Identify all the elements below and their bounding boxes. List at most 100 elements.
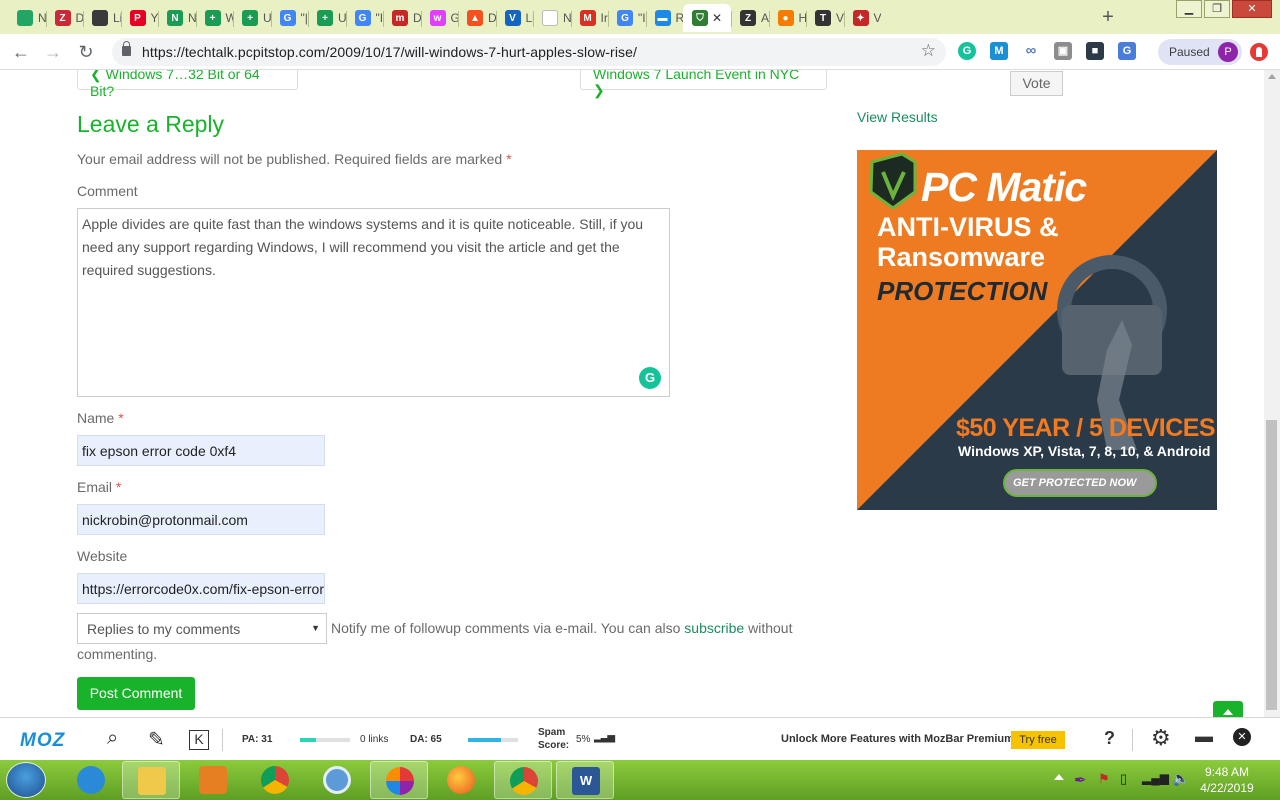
browser-tab[interactable]: ▬ R bbox=[645, 4, 683, 32]
browser-tab[interactable]: PY bbox=[120, 4, 158, 32]
link-extension-icon[interactable]: ∞ bbox=[1022, 42, 1040, 60]
taskbar-firefox-icon[interactable] bbox=[432, 761, 490, 799]
browser-tab[interactable]: G "I bbox=[345, 4, 383, 32]
browser-tab[interactable]: N bbox=[8, 4, 46, 32]
url-text[interactable]: https://techtalk.pcpitstop.com/2009/10/1… bbox=[142, 44, 637, 60]
vote-button[interactable]: Vote bbox=[1010, 71, 1063, 96]
extension-alert-icon[interactable] bbox=[1250, 43, 1268, 61]
taskbar-ie-icon[interactable] bbox=[62, 761, 120, 799]
browser-tab[interactable]: Li bbox=[83, 4, 121, 32]
web-page: ❮ Windows 7…32 Bit or 64 Bit? Windows 7 … bbox=[0, 70, 1264, 717]
spam-label-line-2: Score: bbox=[538, 740, 570, 751]
post-comment-button[interactable]: Post Comment bbox=[77, 677, 195, 710]
taskbar-word-icon[interactable]: W bbox=[556, 761, 614, 799]
browser-tab[interactable]: TV bbox=[806, 4, 844, 32]
window-close-button[interactable]: ✕ bbox=[1232, 0, 1272, 18]
page-scrollbar[interactable] bbox=[1264, 70, 1280, 717]
next-post-link[interactable]: Windows 7 Launch Event in NYC ❯ bbox=[580, 70, 827, 98]
plus-icon: + bbox=[317, 10, 333, 26]
volume-icon[interactable]: 🔈 bbox=[1172, 770, 1189, 787]
mozbar: MOZ ⌕ ✎ K PA: 31 0 links DA: 65 Spam Sco… bbox=[0, 717, 1280, 760]
scroll-to-top-button[interactable] bbox=[1213, 701, 1243, 717]
ad-platforms: Windows XP, Vista, 7, 8, 10, & Android bbox=[958, 443, 1211, 459]
scroll-up-icon[interactable] bbox=[1268, 74, 1276, 79]
address-bar[interactable]: https://techtalk.pcpitstop.com/2009/10/1… bbox=[112, 38, 946, 66]
pc-matic-ad[interactable]: PC Matic ANTI-VIRUS & Ransomware PROTECT… bbox=[857, 150, 1217, 510]
taskbar-chrome-canary-icon[interactable] bbox=[308, 761, 366, 799]
website-field[interactable]: https://errorcode0x.com/fix-epson-error bbox=[77, 573, 325, 604]
show-hidden-icons-icon[interactable] bbox=[1054, 774, 1064, 780]
browser-tab[interactable]: + W bbox=[195, 4, 233, 32]
subscribe-link[interactable]: subscribe bbox=[684, 620, 744, 636]
comment-textarea[interactable]: Apple divides are quite fast than the wi… bbox=[77, 208, 670, 397]
back-arrow-icon[interactable]: ← bbox=[10, 42, 32, 62]
gear-icon[interactable]: ⚙ bbox=[1151, 725, 1171, 751]
browser-tab[interactable]: ✦ V bbox=[843, 4, 881, 32]
moz-extension-icon[interactable]: M bbox=[990, 42, 1008, 60]
start-button-icon[interactable] bbox=[6, 762, 46, 798]
video-extension-icon[interactable]: ■ bbox=[1086, 42, 1104, 60]
puzzle-extension-icon[interactable]: ▣ bbox=[1054, 42, 1072, 60]
grammarly-extension-icon[interactable]: G bbox=[958, 42, 976, 60]
browser-tab[interactable]: wG bbox=[420, 4, 458, 32]
action-center-icon[interactable]: ⚑ bbox=[1098, 771, 1110, 787]
menu-icon[interactable]: ▬ bbox=[1195, 726, 1213, 747]
subscribe-select[interactable]: Replies to my comments ▼ bbox=[77, 613, 327, 644]
browser-tab[interactable]: NN bbox=[158, 4, 196, 32]
network-icon[interactable]: ▂▄▆ bbox=[1142, 771, 1169, 785]
pencil-icon[interactable]: ✎ bbox=[148, 727, 165, 752]
close-icon[interactable]: ✕ bbox=[1233, 728, 1251, 746]
browser-tab[interactable]: ZA bbox=[731, 4, 769, 32]
browser-tab[interactable]: ▲ D bbox=[458, 4, 496, 32]
try-free-button[interactable]: Try free bbox=[1011, 731, 1065, 749]
page-analysis-icon[interactable]: ⌕ bbox=[107, 727, 118, 750]
links-count: 0 links bbox=[360, 734, 389, 745]
browser-tab[interactable]: V Li bbox=[495, 4, 534, 32]
tab-close-icon[interactable]: ✕ bbox=[712, 11, 722, 25]
help-icon[interactable]: ? bbox=[1104, 728, 1115, 749]
browser-tab[interactable]: M Ir bbox=[570, 4, 609, 32]
system-clock[interactable]: 9:48 AM 4/22/2019 bbox=[1196, 764, 1258, 796]
taskbar-chrome-icon[interactable] bbox=[246, 761, 304, 799]
browser-tab[interactable]: + U bbox=[308, 4, 346, 32]
email-field[interactable]: nickrobin@protonmail.com bbox=[77, 504, 325, 535]
ad-cta-button[interactable]: GET PROTECTED NOW bbox=[1003, 469, 1157, 497]
maximize-button[interactable]: ❐ bbox=[1204, 0, 1230, 18]
required-notice: Your email address will not be published… bbox=[77, 151, 512, 167]
comment-label: Comment bbox=[77, 183, 138, 199]
taskbar-media-icon[interactable] bbox=[184, 761, 242, 799]
translate-extension-icon[interactable]: G bbox=[1118, 42, 1136, 60]
view-results-link[interactable]: View Results bbox=[857, 109, 938, 125]
previous-post-link[interactable]: ❮ Windows 7…32 Bit or 64 Bit? bbox=[77, 70, 298, 99]
minimize-button[interactable]: ▁ bbox=[1176, 0, 1202, 18]
plus-icon: + bbox=[242, 10, 258, 26]
browser-tab[interactable]: ● H bbox=[768, 4, 806, 32]
chrome-icon bbox=[261, 766, 289, 794]
feather-icon[interactable]: ✒ bbox=[1074, 771, 1087, 789]
google-icon: G bbox=[354, 10, 371, 26]
name-label-text: Name bbox=[77, 410, 115, 426]
profile-button[interactable]: Paused P bbox=[1158, 39, 1242, 65]
reload-icon[interactable]: ↻ bbox=[75, 42, 97, 62]
browser-tab[interactable]: New T bbox=[533, 4, 571, 32]
required-asterisk: * bbox=[115, 479, 122, 495]
taskbar-picasa-icon[interactable] bbox=[370, 761, 428, 799]
forward-arrow-icon[interactable]: → bbox=[42, 42, 64, 62]
browser-tab[interactable]: + U bbox=[233, 4, 271, 32]
browser-tab[interactable]: G "| bbox=[270, 4, 309, 32]
grammarly-icon[interactable]: G bbox=[639, 367, 661, 389]
new-tab-button[interactable]: + bbox=[1096, 6, 1120, 28]
name-field[interactable]: fix epson error code 0xf4 bbox=[77, 435, 325, 466]
bookmark-star-icon[interactable]: ☆ bbox=[921, 41, 936, 61]
taskbar-chrome-active-icon[interactable] bbox=[494, 761, 552, 799]
browser-tab[interactable]: ⛉ ✕ bbox=[683, 4, 731, 32]
taskbar-explorer-icon[interactable] bbox=[122, 761, 180, 799]
t-icon: T bbox=[815, 10, 831, 26]
scrollbar-thumb[interactable] bbox=[1266, 420, 1277, 710]
browser-tab[interactable]: ZD bbox=[45, 4, 83, 32]
tab-title: Li bbox=[525, 11, 534, 25]
device-icon[interactable]: ▯ bbox=[1120, 771, 1127, 787]
browser-tab[interactable]: G "I bbox=[608, 4, 646, 32]
keyword-icon[interactable]: K bbox=[189, 730, 209, 750]
browser-tab[interactable]: mD bbox=[383, 4, 421, 32]
